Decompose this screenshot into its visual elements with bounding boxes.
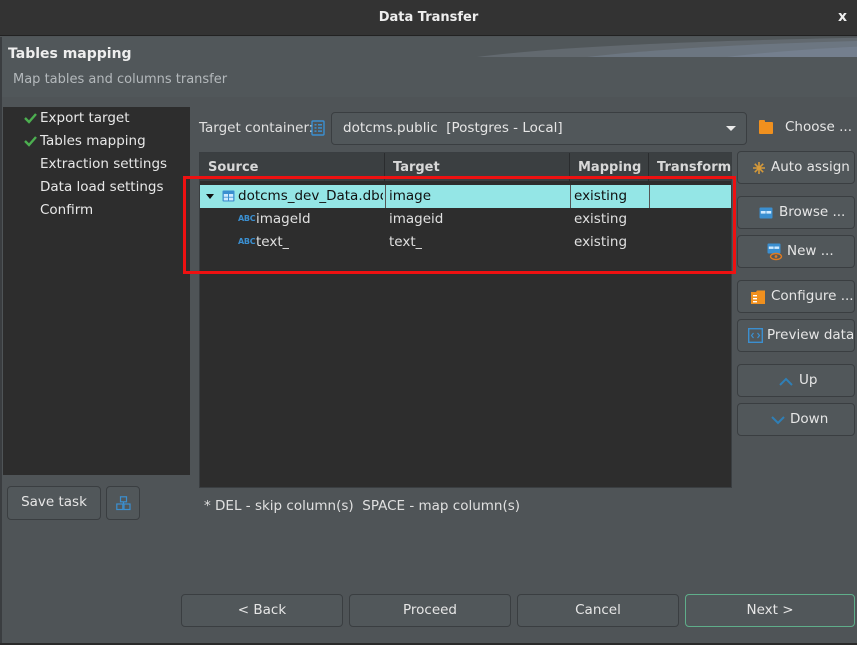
table-header: Source Target Mapping Transform [200,153,731,181]
window-title: Data Transfer [378,10,479,25]
table-row[interactable]: ABC imageId imageid existing [200,208,731,231]
source-cell: imageId [256,211,311,227]
move-up-button[interactable]: Up [737,364,855,397]
chevron-down-icon [771,416,785,425]
chevron-down-icon [726,126,736,131]
text-column-icon: ABC [238,214,256,223]
wizard-step-label: Confirm [40,202,94,218]
close-button[interactable]: x [838,9,847,25]
target-cell[interactable]: text_ [389,234,422,250]
check-icon [24,113,37,124]
target-container-label: Target container: [199,120,314,136]
wizard-step-label: Data load settings [40,179,164,195]
auto-assign-button[interactable]: Auto assign [737,151,855,184]
source-cell: dotcms_dev_Data.dbo.[I [238,188,383,204]
folder-icon [759,120,773,134]
preview-icon [748,328,763,343]
tasks-icon [116,496,131,511]
mapping-cell[interactable]: existing [574,211,627,227]
target-cell[interactable]: imageid [389,211,443,227]
mapping-cell[interactable]: existing [574,188,627,204]
wizard-step-label: Extraction settings [40,156,168,172]
column-header-mapping[interactable]: Mapping [570,153,649,181]
mapping-cell[interactable]: existing [574,234,627,250]
new-table-button[interactable]: New ... [737,235,855,268]
move-down-button[interactable]: Down [737,403,855,436]
table-icon [222,190,235,202]
target-container-value: dotcms.public [Postgres - Local] [343,120,563,136]
page-title: Tables mapping [8,46,132,62]
choose-container-button[interactable]: Choose ... [755,112,855,145]
keyboard-hint: * DEL - skip column(s) SPACE - map colum… [204,498,521,514]
cell-divider [649,185,650,208]
proceed-button[interactable]: Proceed [349,594,511,627]
left-edge [0,37,2,645]
wizard-step-data-load-settings[interactable]: Data load settings [40,179,164,195]
back-button[interactable]: < Back [181,594,343,627]
mapping-table[interactable]: Source Target Mapping Transform dotcms_d… [199,152,732,488]
browse-label: Browse ... [779,204,846,220]
tasks-button[interactable] [106,486,140,520]
preview-data-button[interactable]: Preview data [737,319,855,352]
choose-label: Choose ... [785,119,853,135]
table-row[interactable]: dotcms_dev_Data.dbo.[I image existing [200,185,731,208]
new-label: New ... [787,243,834,259]
configure-label: Configure ... [771,288,854,304]
asterisk-icon [753,162,765,174]
up-label: Up [799,372,818,388]
column-header-source[interactable]: Source [200,153,385,181]
target-cell[interactable]: image [389,188,431,204]
column-header-transform[interactable]: Transform [649,153,731,181]
cell-divider [570,185,571,208]
source-cell: text_ [256,234,290,250]
configure-button[interactable]: Configure ... [737,280,855,313]
text-column-icon: ABC [238,237,256,246]
down-label: Down [790,411,829,427]
column-header-target[interactable]: Target [385,153,570,181]
wizard-step-confirm[interactable]: Confirm [40,202,93,218]
title-bar: Data Transfer x [0,0,857,36]
wizard-step-label: Export target [40,110,130,126]
wizard-step-label: Tables mapping [40,133,146,149]
wizard-step-export-target[interactable]: Export target [24,110,130,126]
check-icon [24,136,37,147]
chevron-up-icon [779,377,793,386]
configure-folder-icon [751,290,765,304]
cancel-button[interactable]: Cancel [517,594,679,627]
wizard-step-extraction-settings[interactable]: Extraction settings [40,156,167,172]
save-task-button[interactable]: Save task [7,486,101,520]
next-button[interactable]: Next > [685,594,855,627]
wizard-steps: Export target Tables mapping Extraction … [3,107,190,475]
table-row[interactable]: ABC text_ text_ existing [200,231,731,254]
wizard-step-tables-mapping[interactable]: Tables mapping [24,133,146,149]
browse-button[interactable]: Browse ... [737,196,855,229]
collapse-arrow-icon[interactable] [206,194,214,199]
table-icon [759,207,773,219]
preview-data-label: Preview data [767,327,855,343]
auto-assign-label: Auto assign [771,159,850,175]
target-container-select[interactable]: dotcms.public [Postgres - Local] [331,112,747,145]
page-header: Tables mapping Map tables and columns tr… [0,37,857,97]
cell-divider [385,185,386,208]
schema-icon [311,120,325,136]
new-table-icon [767,243,783,261]
header-decoration [477,37,857,57]
page-subtitle: Map tables and columns transfer [13,72,228,87]
